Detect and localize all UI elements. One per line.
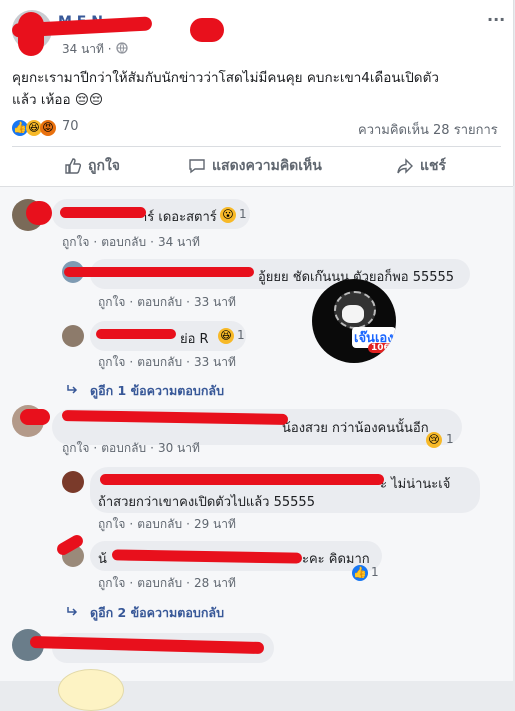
- reaction-count[interactable]: 1: [446, 432, 454, 446]
- reply-arrow-icon: [67, 607, 78, 616]
- reply-like-link[interactable]: ถูกใจ: [98, 295, 125, 309]
- share-button[interactable]: แชร์: [396, 148, 446, 184]
- view-more-replies-link[interactable]: ดูอีก 2 ข้อความตอบกลับ: [90, 603, 224, 623]
- globe-icon: [116, 42, 128, 54]
- redaction-mark: [18, 12, 44, 56]
- reaction-count[interactable]: 1: [371, 565, 379, 579]
- comment-meta: ถูกใจ · ตอบกลับ · 30 นาที: [62, 441, 200, 455]
- comment-label: แสดงความคิดเห็น: [212, 158, 322, 174]
- partial-sticker: [58, 669, 124, 711]
- comment-time[interactable]: 30 นาที: [158, 441, 200, 455]
- reaction-count[interactable]: 1: [237, 328, 245, 342]
- sticker-face: [342, 305, 364, 323]
- reply-meta: ถูกใจ · ตอบกลับ · 33 นาที: [98, 295, 236, 309]
- reply-like-link[interactable]: ถูกใจ: [98, 517, 125, 531]
- angry-reaction-icon[interactable]: 😡: [40, 120, 56, 136]
- comment-like-link[interactable]: ถูกใจ: [62, 235, 89, 249]
- reply-text: ย่อ R: [180, 332, 209, 347]
- post-time[interactable]: 34 นาที ·: [62, 40, 112, 59]
- view-more-replies-link[interactable]: ดูอีก 1 ข้อความตอบกลับ: [90, 381, 224, 401]
- redaction-mark: [190, 18, 224, 42]
- more-options-icon[interactable]: ···: [487, 10, 505, 29]
- reply-reply-link[interactable]: ตอบกลับ: [137, 576, 182, 590]
- like-label: ถูกใจ: [88, 158, 120, 174]
- redaction-mark: [20, 409, 50, 425]
- like-button[interactable]: ถูกใจ: [64, 148, 120, 184]
- reply-time[interactable]: 28 นาที: [194, 576, 236, 590]
- share-icon: [397, 158, 413, 174]
- thumbs-up-icon: [65, 158, 82, 174]
- post-text-line1: คุยกะเรามาปีกว่าให้สัมกับนักข่าวว่าโสดไม…: [12, 70, 439, 86]
- reply-time[interactable]: 33 นาที: [194, 355, 236, 369]
- redaction-mark: [64, 267, 254, 277]
- wow-reaction-icon[interactable]: 😮: [220, 207, 236, 223]
- redaction-mark: [96, 329, 176, 339]
- comment-reply-link[interactable]: ตอบกลับ: [101, 441, 146, 455]
- comments-section: าร์ เดอะสตาร์ 😮 1 ถูกใจ · ตอบกลับ · 34 นาที …: [0, 186, 513, 711]
- sticker-image[interactable]: เจ๊นเอง 106: [312, 279, 396, 363]
- reply-time[interactable]: 33 นาที: [194, 295, 236, 309]
- comment-text: าร์ เดอะสตาร์: [140, 210, 217, 225]
- reply-reply-link[interactable]: ตอบกลับ: [137, 517, 182, 531]
- haha-reaction-icon[interactable]: 😆: [218, 328, 234, 344]
- reply-text-line2: ถ้าสวยกว่าเขาคงเปิดตัวไปแล้ว 55555: [98, 495, 315, 510]
- comment-meta: ถูกใจ · ตอบกลับ · 34 นาที: [62, 235, 200, 249]
- reply-like-link[interactable]: ถูกใจ: [98, 355, 125, 369]
- sad-reaction-icon[interactable]: 😢: [426, 432, 442, 448]
- divider: [12, 146, 501, 147]
- replier-avatar[interactable]: [62, 325, 84, 347]
- comment-icon: [189, 159, 205, 174]
- replier-avatar[interactable]: [62, 471, 84, 493]
- comment-like-link[interactable]: ถูกใจ: [62, 441, 89, 455]
- post-card: M F N 34 นาที · ··· คุยกะเรามาปีกว่าให้ส…: [0, 0, 514, 186]
- reply-reply-link[interactable]: ตอบกลับ: [137, 355, 182, 369]
- reply-arrow-icon: [67, 385, 78, 394]
- reply-text-line1: ะ ไม่น่านะเจ้: [380, 477, 451, 492]
- comment-time[interactable]: 34 นาที: [158, 235, 200, 249]
- comment-reply-link[interactable]: ตอบกลับ: [101, 235, 146, 249]
- reply-time[interactable]: 29 นาที: [194, 517, 236, 531]
- redaction-mark: [100, 474, 384, 485]
- reply-meta: ถูกใจ · ตอบกลับ · 33 นาที: [98, 355, 236, 369]
- share-label: แชร์: [420, 158, 447, 174]
- comment-count[interactable]: ความคิดเห็น 28 รายการ: [358, 119, 498, 140]
- redaction-mark: [26, 201, 52, 225]
- reaction-count[interactable]: 70: [62, 119, 79, 134]
- sticker-number: 106: [368, 343, 393, 353]
- comment-button[interactable]: แสดงความคิดเห็น: [188, 148, 322, 184]
- reply-like-link[interactable]: ถูกใจ: [98, 576, 125, 590]
- reply-text: น้: [98, 552, 107, 567]
- reaction-count[interactable]: 1: [239, 207, 247, 221]
- redaction-mark: [60, 207, 146, 218]
- like-reaction-icon[interactable]: 👍: [352, 565, 368, 581]
- reply-reply-link[interactable]: ตอบกลับ: [137, 295, 182, 309]
- reply-meta: ถูกใจ · ตอบกลับ · 28 นาที: [98, 576, 236, 590]
- reply-meta: ถูกใจ · ตอบกลับ · 29 นาที: [98, 517, 236, 531]
- post-text-line2: แล้ว เห้ออ 😔😔: [12, 92, 104, 108]
- comment-text: น้องสวย กว่าน้องคนนั้นอีก: [282, 421, 429, 436]
